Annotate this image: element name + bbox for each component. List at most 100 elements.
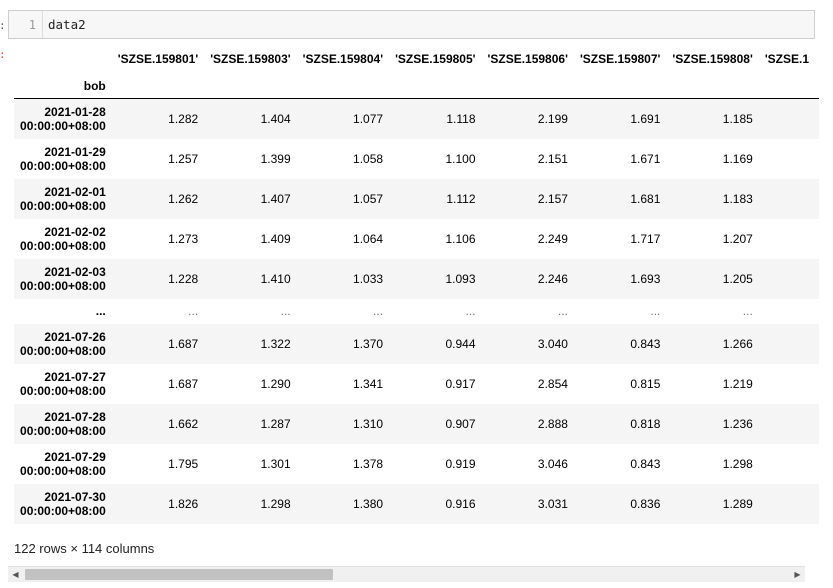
table-cell: 1.370	[353, 336, 384, 351]
table-cell: 1.183	[722, 191, 753, 206]
scroll-right-arrow-icon[interactable]: ▶	[790, 567, 805, 582]
row-index: 2021-01-29 00:00:00+08:00	[14, 139, 112, 179]
table-cell: 1.266	[722, 336, 753, 351]
table-cell: 1.289	[722, 496, 753, 511]
gutter-mark: :	[0, 19, 6, 32]
dataframe-table: 'SZSE.159801' 'SZSE.159803' 'SZSE.159804…	[14, 44, 819, 524]
ellipsis-cell: ...	[650, 304, 661, 318]
row-index: 2021-07-29 00:00:00+08:00	[14, 444, 112, 484]
table-summary: 122 rows × 114 columns	[14, 541, 155, 556]
table-cell: 1.207	[722, 231, 753, 246]
table-cell: 0.919	[445, 456, 476, 471]
table-cell: 0.944	[445, 336, 476, 351]
row-index-time: 00:00:00+08:00	[20, 383, 106, 398]
table-cell: 1.301	[260, 456, 291, 471]
column-header: 'SZSE.159806'	[487, 52, 568, 66]
table-row: 2021-07-30 00:00:00+08:00 1.826 1.298 1.380 0…	[14, 483, 819, 524]
table-cell: 1.100	[445, 151, 476, 166]
table-cell: 1.322	[260, 336, 291, 351]
column-header: 'SZSE.159805'	[395, 52, 476, 66]
table-cell: 1.118	[446, 111, 476, 126]
ellipsis-cell: ...	[742, 304, 753, 318]
table-cell: 1.795	[168, 456, 199, 471]
column-header: 'SZSE.159803'	[210, 52, 291, 66]
table-cell: 1.106	[445, 231, 476, 246]
row-index: 2021-02-02 00:00:00+08:00	[14, 219, 112, 259]
row-index-date: 2021-07-29	[44, 449, 106, 464]
row-index-time: 00:00:00+08:00	[20, 158, 106, 173]
table-cell: 0.836	[630, 496, 661, 511]
table-cell: 1.687	[168, 336, 199, 351]
index-name-row: bob	[14, 74, 819, 99]
row-index: 2021-01-28 00:00:00+08:00	[14, 99, 112, 139]
column-header: 'SZSE.1	[764, 52, 810, 66]
table-cell: 1.205	[722, 271, 753, 286]
scrollbar-thumb[interactable]	[25, 569, 333, 580]
table-cell: 1.077	[353, 111, 384, 126]
column-header: 'SZSE.159804'	[302, 52, 384, 66]
row-index-time: 00:00:00+08:00	[20, 118, 106, 133]
table-cell: 0.818	[630, 416, 661, 431]
ellipsis-cell: ...	[557, 304, 568, 318]
column-header: 'SZSE.159801'	[117, 52, 199, 66]
row-index-date: 2021-01-29	[44, 144, 106, 159]
column-header-row: 'SZSE.159801' 'SZSE.159803' 'SZSE.159804…	[14, 44, 819, 74]
row-index-date: 2021-07-28	[44, 409, 106, 424]
table-cell: 1.410	[260, 271, 291, 286]
table-row: 2021-07-28 00:00:00+08:00 1.662 1.287 1.310 0…	[14, 403, 819, 444]
scroll-left-arrow-icon[interactable]: ◀	[8, 567, 23, 582]
row-index-date: 2021-07-26	[44, 329, 106, 344]
table-cell: 2.151	[537, 151, 568, 166]
table-cell: 1.169	[722, 151, 753, 166]
row-index-date: 2021-02-02	[44, 224, 106, 239]
table-cell: 1.717	[630, 231, 661, 246]
table-row: 2021-02-01 00:00:00+08:00 1.262 1.407 1.057 1…	[14, 178, 819, 219]
table-cell: 2.157	[537, 191, 568, 206]
table-cell: 1.693	[630, 271, 661, 286]
ellipsis-cell: ...	[280, 304, 291, 318]
row-index: 2021-07-26 00:00:00+08:00	[14, 324, 112, 364]
table-cell: 1.687	[168, 376, 199, 391]
ellipsis-row: ........................	[14, 298, 819, 324]
row-index-time: 00:00:00+08:00	[20, 503, 106, 518]
table-cell: 2.888	[537, 416, 568, 431]
table-row: 2021-07-27 00:00:00+08:00 1.687 1.290 1.341 0…	[14, 363, 819, 404]
table-cell: 1.033	[353, 271, 384, 286]
table-cell: 1.262	[168, 191, 199, 206]
table-cell: 0.907	[445, 416, 476, 431]
table-cell: 1.273	[168, 231, 199, 246]
table-row: 2021-02-02 00:00:00+08:00 1.273 1.409 1.064 1…	[14, 218, 819, 259]
table-cell: 1.691	[630, 111, 661, 126]
table-cell: 2.199	[537, 111, 568, 126]
table-cell: 1.380	[353, 496, 384, 511]
row-index: 2021-02-03 00:00:00+08:00	[14, 259, 112, 299]
code-cell[interactable]: 1 data2	[8, 10, 815, 39]
code-text[interactable]: data2	[43, 17, 86, 32]
table-cell: 0.815	[630, 376, 661, 391]
table-cell: 0.916	[445, 496, 476, 511]
table-cell: 1.282	[168, 111, 199, 126]
ellipsis-index: ...	[95, 304, 106, 318]
table-cell: 1.681	[630, 191, 661, 206]
horizontal-scrollbar[interactable]: ◀ ▶	[8, 566, 805, 582]
row-index-date: 2021-07-27	[44, 369, 106, 384]
table-cell: 1.409	[260, 231, 291, 246]
table-cell: 1.228	[168, 271, 199, 286]
ellipsis-cell: ...	[188, 304, 199, 318]
table-cell: 1.287	[260, 416, 291, 431]
row-index-date: 2021-01-28	[44, 104, 106, 119]
table-row: 2021-07-26 00:00:00+08:00 1.687 1.322 1.370 0…	[14, 323, 819, 364]
table-cell: 1.257	[168, 151, 199, 166]
table-cell: 1.290	[260, 376, 291, 391]
line-number: 1	[9, 11, 43, 38]
table-cell: 1.057	[353, 191, 384, 206]
row-index: 2021-02-01 00:00:00+08:00	[14, 179, 112, 219]
table-cell: 2.854	[537, 376, 568, 391]
notebook-page: : : 1 data2 'SZSE.159801' 'SZSE.159803' …	[0, 0, 833, 588]
table-cell: 1.236	[722, 416, 753, 431]
table-cell: 1.185	[722, 111, 753, 126]
table-row: 2021-02-03 00:00:00+08:00 1.228 1.410 1.033 1…	[14, 258, 819, 299]
row-index: 2021-07-27 00:00:00+08:00	[14, 364, 112, 404]
row-index: 2021-07-30 00:00:00+08:00	[14, 484, 112, 524]
row-index-time: 00:00:00+08:00	[20, 423, 106, 438]
